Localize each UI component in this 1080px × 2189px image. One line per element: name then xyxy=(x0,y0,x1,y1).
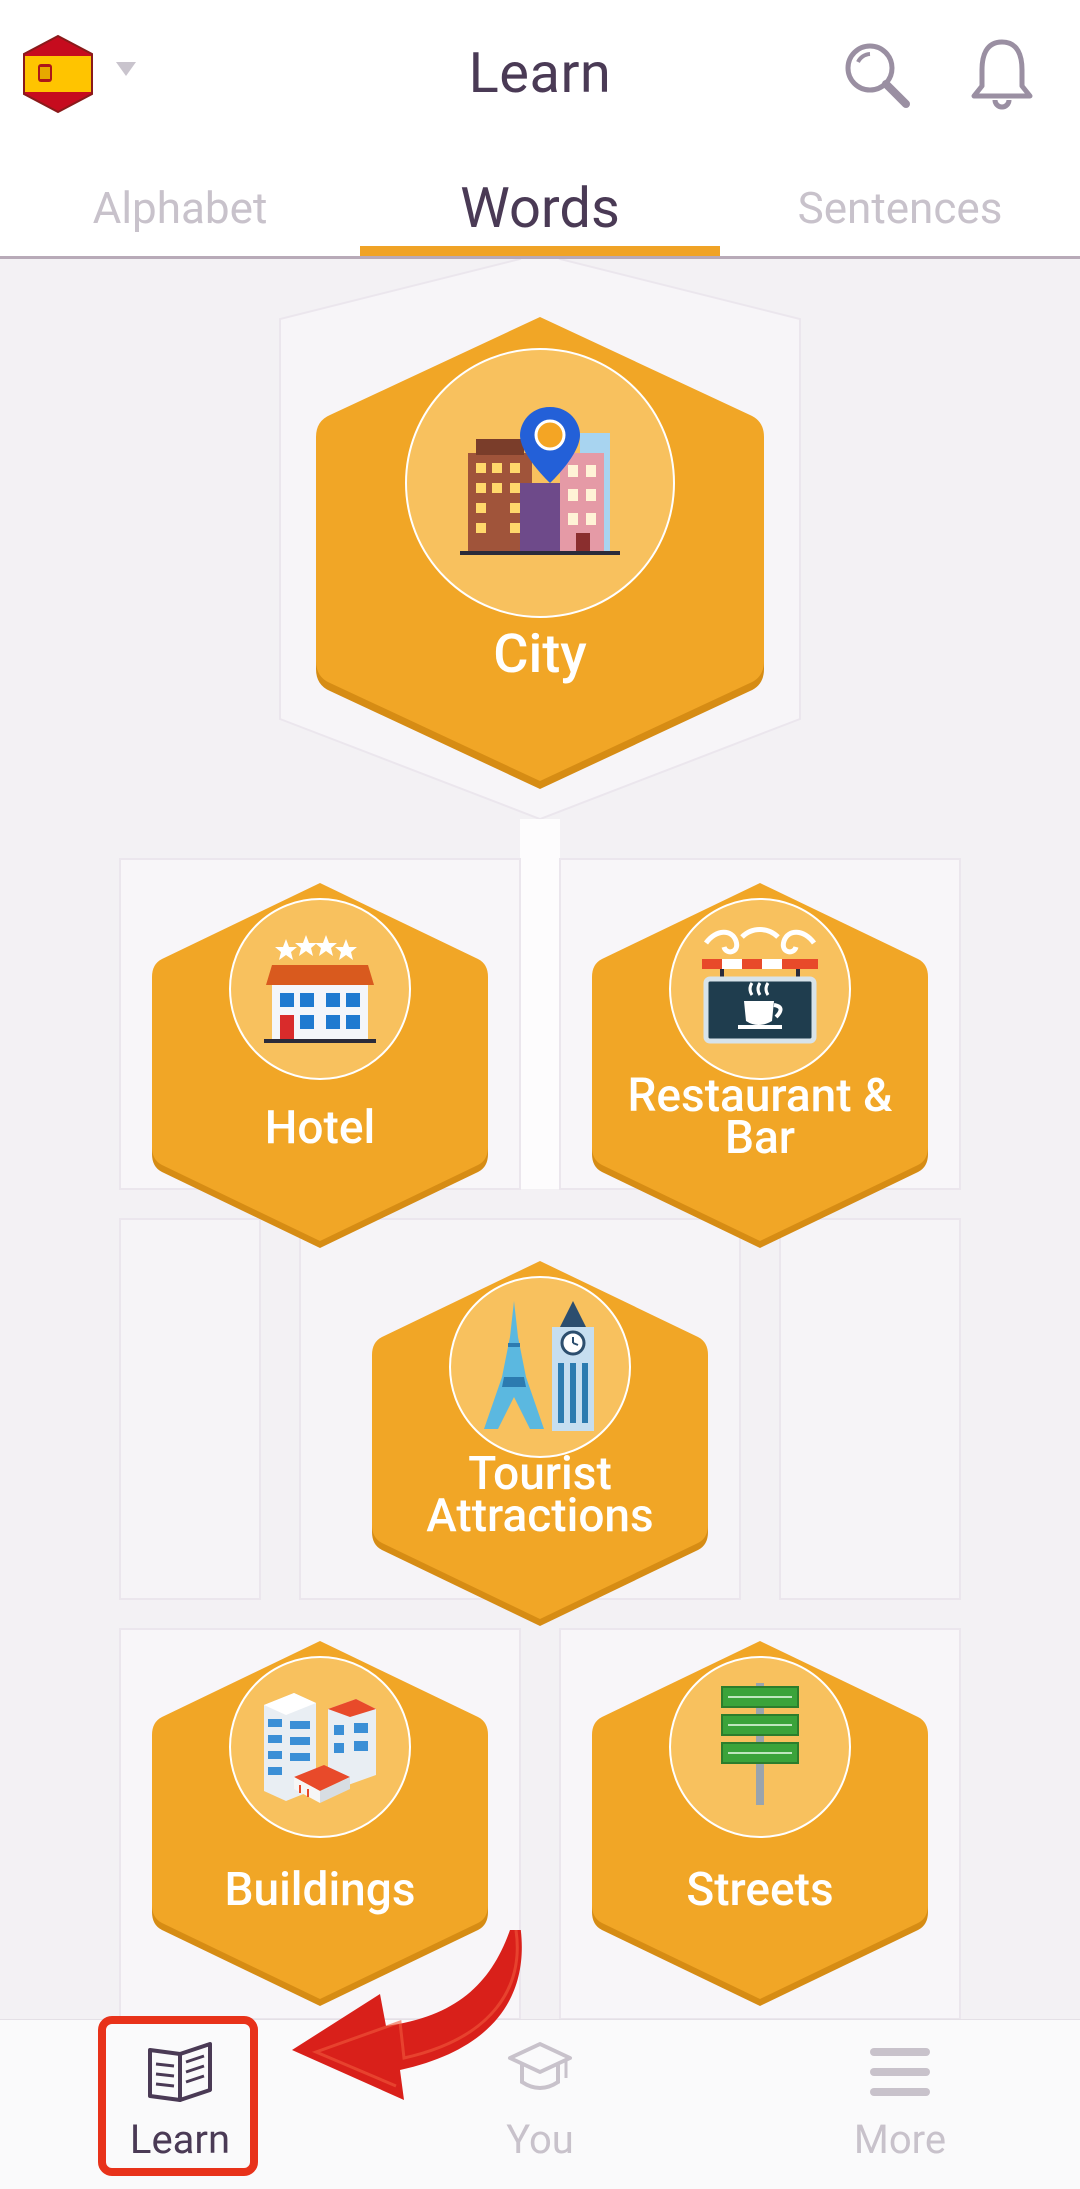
menu-icon xyxy=(870,2048,930,2096)
page-title: Learn xyxy=(468,40,612,106)
topic-label: Restaurant & Bar xyxy=(588,1073,932,1165)
topics-scroll-area[interactable]: City Hotel Restaurant & Bar Tourist Attr… xyxy=(0,259,1080,2019)
tab-words[interactable]: Words xyxy=(360,160,720,256)
highlight-box xyxy=(98,2016,258,2176)
topic-label: Tourist Attractions xyxy=(368,1451,712,1543)
topic-label: Buildings xyxy=(224,1863,416,1917)
topic-restaurant-bar[interactable]: Restaurant & Bar xyxy=(588,879,932,1248)
category-tabs: Alphabet Words Sentences xyxy=(0,160,1080,259)
topic-city[interactable]: City xyxy=(312,311,768,789)
buildings-icon xyxy=(254,1685,386,1809)
nav-more[interactable]: More xyxy=(720,2020,1080,2189)
street-sign-icon xyxy=(714,1677,806,1807)
topic-label: Hotel xyxy=(264,1101,376,1155)
landmarks-icon xyxy=(474,1297,606,1433)
topic-tourist-attractions[interactable]: Tourist Attractions xyxy=(368,1257,712,1626)
tab-alphabet[interactable]: Alphabet xyxy=(0,160,360,256)
search-icon[interactable] xyxy=(838,36,918,116)
app-header: Learn xyxy=(0,0,1080,160)
pointer-arrow-icon xyxy=(292,1930,522,2100)
topic-label: City xyxy=(493,623,587,686)
topic-label-line: Bar xyxy=(724,1111,796,1165)
nav-label: More xyxy=(853,2116,947,2163)
active-tab-indicator xyxy=(360,246,720,256)
topic-hotel[interactable]: Hotel xyxy=(148,879,492,1248)
cafe-sign-icon xyxy=(692,925,828,1055)
bell-icon[interactable] xyxy=(962,34,1042,114)
city-icon xyxy=(460,403,620,563)
topic-streets[interactable]: Streets xyxy=(588,1637,932,2006)
hotel-icon xyxy=(260,929,380,1049)
topic-label-line: Attractions xyxy=(426,1489,654,1543)
topic-label: Streets xyxy=(686,1863,834,1917)
tab-sentences[interactable]: Sentences xyxy=(720,160,1080,256)
